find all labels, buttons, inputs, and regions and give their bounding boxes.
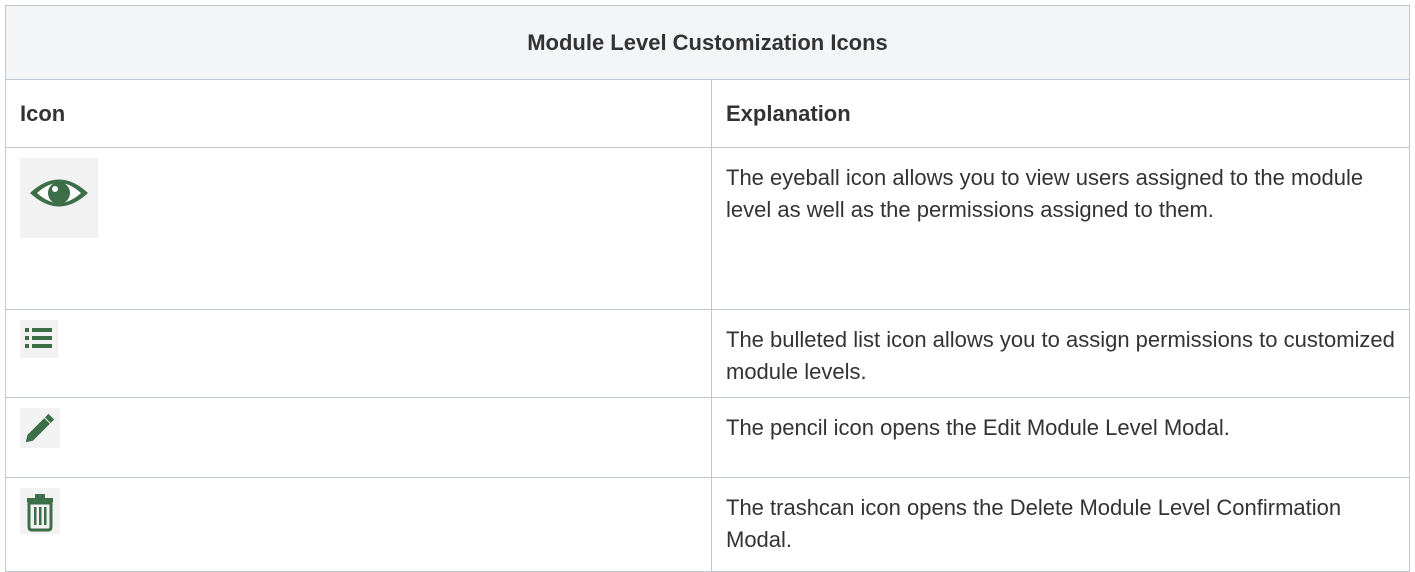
trashcan-icon bbox=[20, 488, 60, 534]
icon-cell bbox=[5, 147, 712, 310]
icon-cell bbox=[5, 397, 712, 478]
explanation-cell: The eyeball icon allows you to view user… bbox=[711, 147, 1410, 310]
header-icon: Icon bbox=[5, 79, 712, 148]
table-row: The pencil icon opens the Edit Module Le… bbox=[5, 397, 1410, 478]
icon-cell bbox=[5, 309, 712, 398]
icon-cell bbox=[5, 477, 712, 572]
eye-icon bbox=[20, 158, 98, 238]
pencil-icon bbox=[20, 408, 60, 448]
table-row: The eyeball icon allows you to view user… bbox=[5, 147, 1410, 310]
table-title: Module Level Customization Icons bbox=[5, 5, 1410, 80]
explanation-cell: The trashcan icon opens the Delete Modul… bbox=[711, 477, 1410, 572]
bulleted-list-icon bbox=[20, 320, 58, 358]
table-row: The trashcan icon opens the Delete Modul… bbox=[5, 477, 1410, 572]
explanation-cell: The bulleted list icon allows you to ass… bbox=[711, 309, 1410, 398]
table-title-row: Module Level Customization Icons bbox=[5, 5, 1410, 80]
table-header-row: Icon Explanation bbox=[5, 79, 1410, 148]
table-row: The bulleted list icon allows you to ass… bbox=[5, 309, 1410, 398]
explanation-cell: The pencil icon opens the Edit Module Le… bbox=[711, 397, 1410, 478]
icons-table: Module Level Customization Icons Icon Ex… bbox=[5, 5, 1410, 572]
header-explanation: Explanation bbox=[711, 79, 1410, 148]
